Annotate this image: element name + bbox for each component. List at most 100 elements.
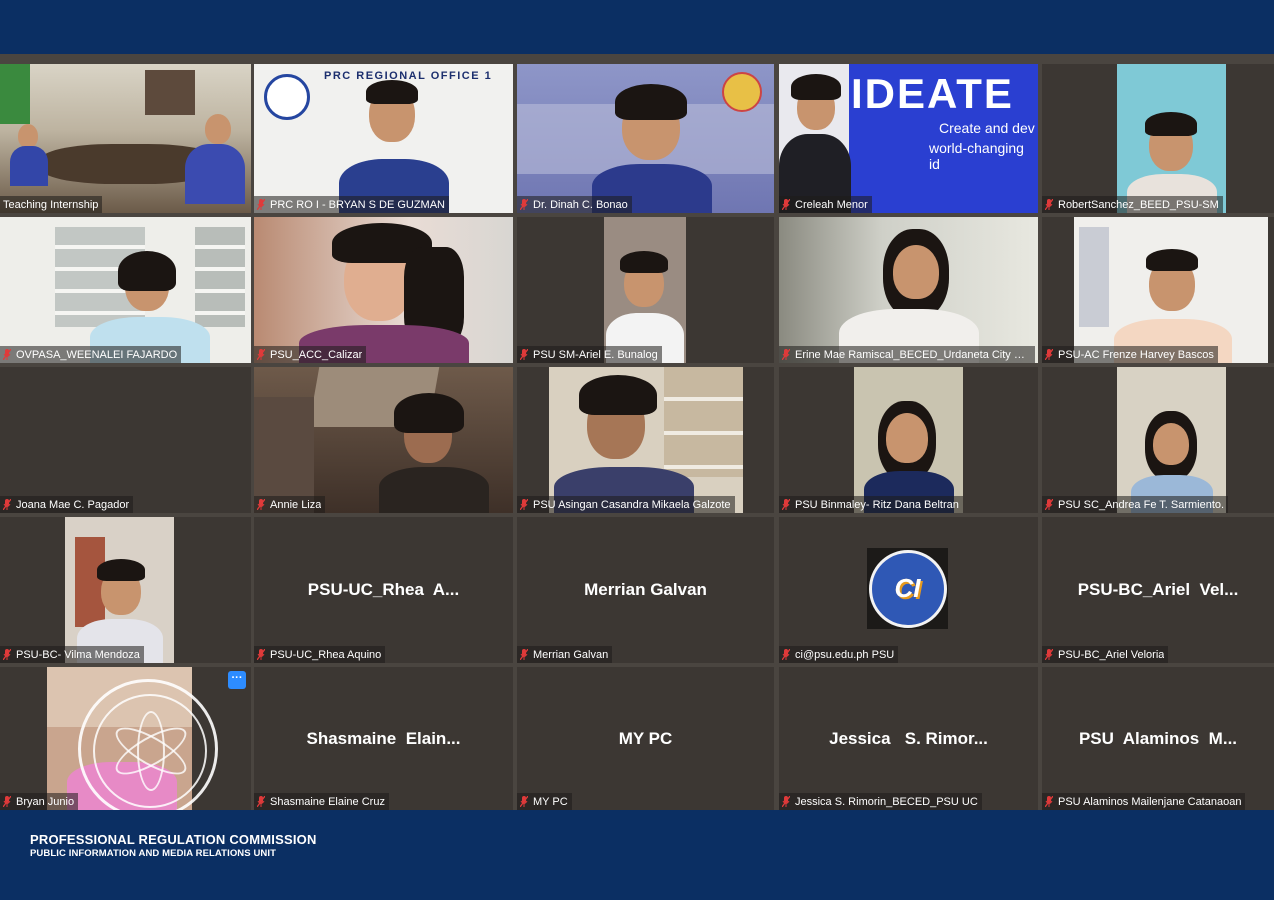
participant-name-bar: Shasmaine Elaine Cruz: [254, 793, 389, 810]
participant-name: PSU_ACC_Calizar: [270, 348, 363, 361]
participant-tile[interactable]: MY PC MY PC: [517, 667, 774, 810]
ci-logo-icon: CI: [867, 548, 948, 629]
participant-name: Joana Mae C. Pagador: [16, 498, 130, 511]
ideate-subtitle: Create and dev: [939, 120, 1035, 136]
muted-mic-icon: [520, 199, 528, 210]
participant-name: PSU-BC- Vilma Mendoza: [16, 648, 140, 661]
more-options-button[interactable]: ···: [228, 671, 246, 689]
muted-mic-icon: [1045, 499, 1053, 510]
participant-tile[interactable]: PRC REGIONAL OFFICE 1 PRC RO I - BRYAN S…: [254, 64, 513, 213]
participant-name-bar: MY PC: [517, 793, 572, 810]
muted-mic-icon: [1045, 649, 1053, 660]
muted-mic-icon: [520, 349, 528, 360]
participant-name-bar: PSU Binmaley- Ritz Dana Beltran: [779, 496, 963, 513]
participant-display-name: MY PC: [618, 728, 673, 748]
participant-tile[interactable]: PSU-BC_Ariel Vel... PSU-BC_Ariel Veloria: [1042, 517, 1274, 663]
participant-tile[interactable]: Merrian Galvan Merrian Galvan: [517, 517, 774, 663]
participant-name-bar: PSU-UC_Rhea Aquino: [254, 646, 386, 663]
participant-name-bar: PSU-BC_Ariel Veloria: [1042, 646, 1169, 663]
participant-tile[interactable]: PSU_ACC_Calizar: [254, 217, 513, 363]
footer-unit-name: PUBLIC INFORMATION AND MEDIA RELATIONS U…: [30, 848, 277, 859]
participant-name: Bryan Junio: [16, 795, 75, 808]
participant-video: [254, 367, 513, 513]
participant-tile[interactable]: Jessica S. Rimor... Jessica S. Rimorin_B…: [779, 667, 1038, 810]
participant-name-bar: Dr. Dinah C. Bonao: [517, 196, 632, 213]
participant-display-name: PSU Alaminos M...: [1078, 728, 1238, 748]
ci-logo-text: CI: [894, 573, 921, 603]
participant-tile[interactable]: Annie Liza: [254, 367, 513, 513]
participant-name-bar: Joana Mae C. Pagador: [0, 496, 134, 513]
participant-name: PSU Binmaley- Ritz Dana Beltran: [795, 498, 959, 511]
participant-video: [854, 367, 963, 513]
participant-video: IDEATE Create and dev world-changing id: [779, 64, 1038, 213]
participant-name-bar: Teaching Internship: [0, 196, 103, 213]
participant-name-bar: ci@psu.edu.ph PSU: [779, 646, 899, 663]
participant-name-bar: PRC RO I - BRYAN S DE GUZMAN: [254, 196, 450, 213]
participant-tile[interactable]: PSU Alaminos M... PSU Alaminos Mailenjan…: [1042, 667, 1274, 810]
participant-display-name: PSU-UC_Rhea A...: [307, 580, 460, 599]
footer-banner: PROFESSIONAL REGULATION COMMISSION PUBLI…: [0, 810, 1274, 900]
participant-name-bar: PSU-AC Frenze Harvey Bascos: [1042, 346, 1218, 363]
participant-name: PRC RO I - BRYAN S DE GUZMAN: [270, 198, 446, 211]
participant-name-bar: PSU SC_Andrea Fe T. Sarmiento.: [1042, 496, 1229, 513]
participant-video: PRC REGIONAL OFFICE 1: [254, 64, 513, 213]
participant-tile[interactable]: PSU Asingan Casandra Mikaela Galzote: [517, 367, 774, 513]
ideate-subtitle: world-changing id: [929, 140, 1024, 172]
participant-tile[interactable]: Erine Mae Ramiscal_BECED_Urdaneta City C…: [779, 217, 1038, 363]
video-grid: Teaching Internship PRC REGIONAL OFFICE …: [0, 54, 1274, 810]
participant-name: PSU SC_Andrea Fe T. Sarmiento.: [1058, 498, 1225, 511]
participant-name: PSU-BC_Ariel Veloria: [1058, 648, 1165, 661]
participant-tile[interactable]: Dr. Dinah C. Bonao: [517, 64, 774, 213]
deped-logo-icon: [722, 72, 762, 112]
participant-tile[interactable]: Joana Mae C. Pagador: [0, 367, 251, 513]
participant-tile[interactable]: PSU SC_Andrea Fe T. Sarmiento.: [1042, 367, 1274, 513]
participant-name-bar: Merrian Galvan: [517, 646, 613, 663]
participant-tile[interactable]: PSU Binmaley- Ritz Dana Beltran: [779, 367, 1038, 513]
participant-video: [1117, 367, 1226, 513]
participant-tile[interactable]: Shasmaine Elain... Shasmaine Elaine Cruz: [254, 667, 513, 810]
participant-name: PSU Asingan Casandra Mikaela Galzote: [533, 498, 731, 511]
muted-mic-icon: [782, 499, 790, 510]
participant-tile[interactable]: OVPASA_WEENALEI FAJARDO: [0, 217, 251, 363]
participant-tile[interactable]: PSU SM-Ariel E. Bunalog: [517, 217, 774, 363]
participant-name-bar: OVPASA_WEENALEI FAJARDO: [0, 346, 182, 363]
participant-video: [1074, 217, 1268, 363]
muted-mic-icon: [520, 649, 528, 660]
muted-mic-icon: [257, 499, 265, 510]
participant-name-bar: PSU Asingan Casandra Mikaela Galzote: [517, 496, 735, 513]
muted-mic-icon: [782, 199, 790, 210]
participant-name: Jessica S. Rimorin_BECED_PSU UC: [795, 795, 978, 808]
participant-name: Annie Liza: [270, 498, 322, 511]
muted-mic-icon: [520, 499, 528, 510]
footer-org-name: PROFESSIONAL REGULATION COMMISSION: [30, 832, 317, 847]
participant-name: Shasmaine Elaine Cruz: [270, 795, 385, 808]
participant-name-bar: Creleah Menor: [779, 196, 872, 213]
participant-tile[interactable]: Teaching Internship: [0, 64, 251, 213]
participant-name: Merrian Galvan: [533, 648, 609, 661]
participant-display-name: Shasmaine Elain...: [306, 728, 461, 748]
participant-tile[interactable]: IDEATE Create and dev world-changing id …: [779, 64, 1038, 213]
muted-mic-icon: [782, 796, 790, 807]
participant-name-bar: Bryan Junio: [0, 793, 79, 810]
participant-name: PSU-UC_Rhea Aquino: [270, 648, 382, 661]
participant-tile[interactable]: PSU-AC Frenze Harvey Bascos: [1042, 217, 1274, 363]
muted-mic-icon: [782, 649, 790, 660]
participant-video: [517, 64, 774, 213]
participant-tile[interactable]: Bryan Junio: [0, 667, 251, 810]
participant-name: Erine Mae Ramiscal_BECED_Urdaneta City C…: [795, 348, 1031, 361]
participant-video: [1117, 64, 1226, 213]
participant-tile[interactable]: RobertSanchez_BEED_PSU-SM: [1042, 64, 1274, 213]
prc-seal-icon: [264, 74, 310, 120]
muted-mic-icon: [3, 349, 11, 360]
muted-mic-icon: [3, 796, 11, 807]
participant-name: Creleah Menor: [795, 198, 868, 211]
participant-tile[interactable]: CI ci@psu.edu.ph PSU: [779, 517, 1038, 663]
muted-mic-icon: [3, 649, 11, 660]
participant-tile[interactable]: PSU-UC_Rhea A... PSU-UC_Rhea Aquino: [254, 517, 513, 663]
participant-name: OVPASA_WEENALEI FAJARDO: [16, 348, 178, 361]
participant-tile[interactable]: PSU-BC- Vilma Mendoza: [0, 517, 251, 663]
participant-name: PSU Alaminos Mailenjane Catanaoan: [1058, 795, 1242, 808]
muted-mic-icon: [520, 796, 528, 807]
participant-video: [779, 217, 1038, 363]
muted-mic-icon: [3, 499, 11, 510]
